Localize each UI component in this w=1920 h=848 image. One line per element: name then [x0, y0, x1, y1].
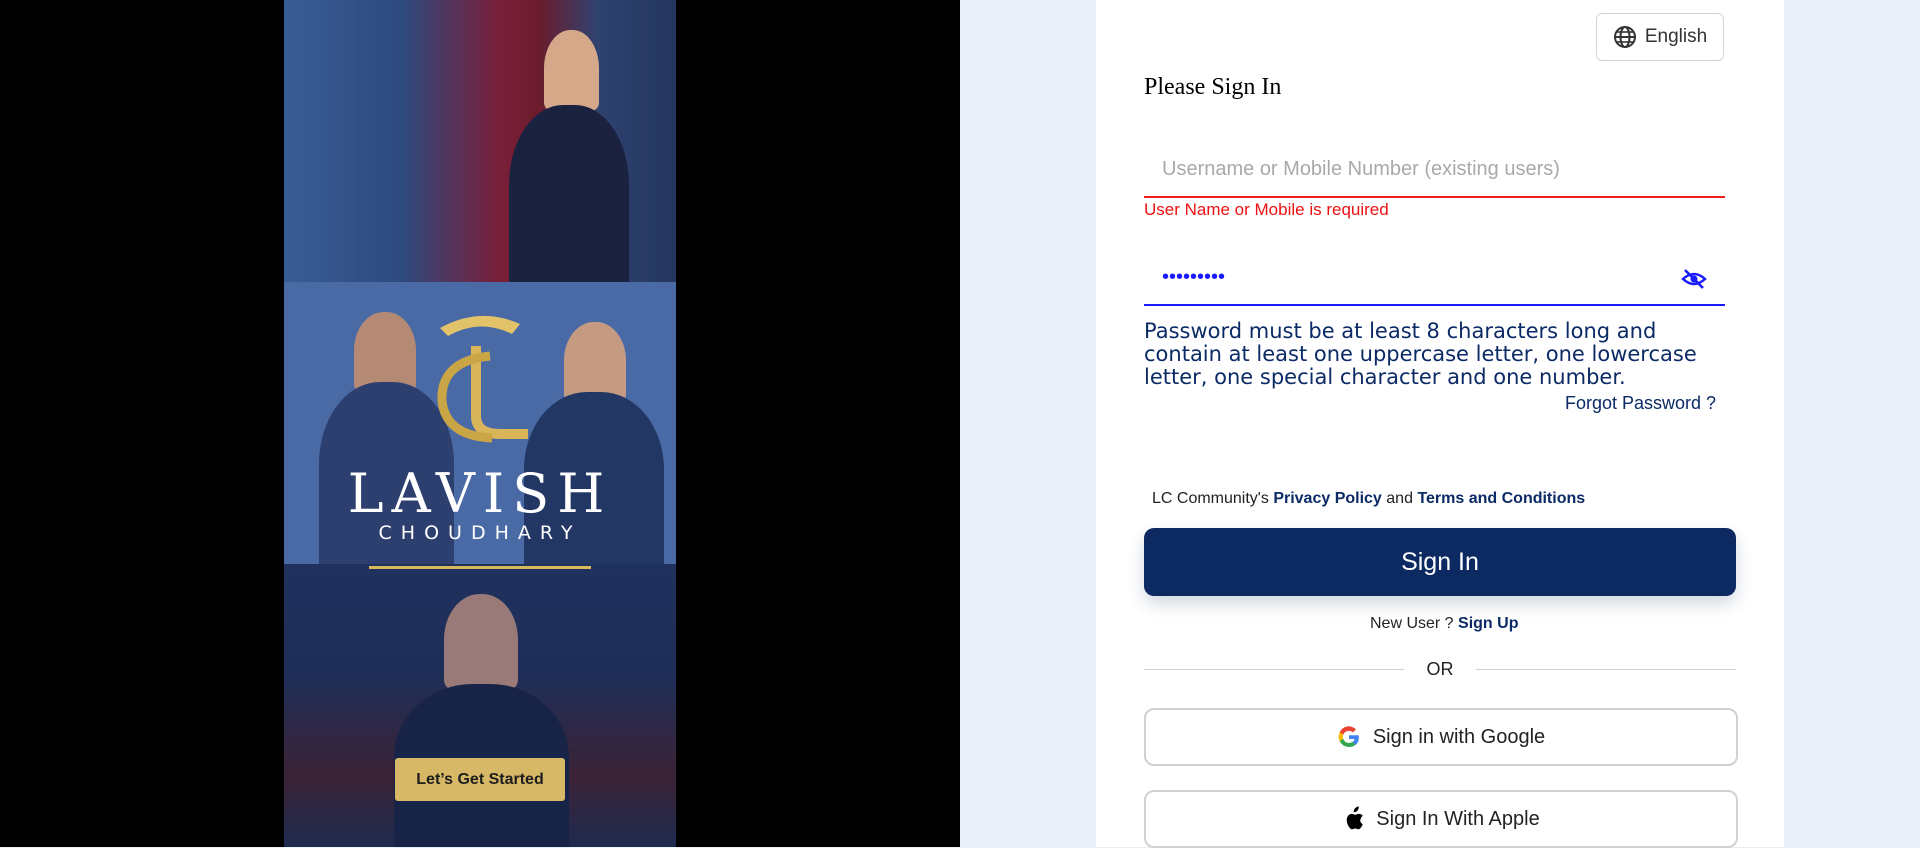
or-divider: OR	[1144, 658, 1736, 684]
new-user-text: New User ?	[1370, 615, 1454, 632]
person-silhouette	[354, 312, 416, 392]
brand-subtitle: CHOUDHARY	[378, 522, 582, 544]
privacy-policy-link[interactable]: Privacy Policy	[1273, 490, 1382, 507]
password-input[interactable]	[1144, 254, 1700, 300]
sign-up-link[interactable]: Sign Up	[1458, 615, 1518, 632]
policy-text: LC Community's Privacy Policy and Terms …	[1152, 490, 1585, 508]
poster-bottom-photo	[284, 564, 676, 847]
username-error: User Name or Mobile is required	[1144, 200, 1389, 219]
password-field-wrap	[1144, 254, 1725, 306]
lets-get-started-button[interactable]: Let’s Get Started	[395, 758, 565, 801]
google-signin-button[interactable]: Sign in with Google	[1144, 708, 1738, 766]
forgot-password-link[interactable]: Forgot Password ?	[1565, 393, 1716, 414]
policy-prefix: LC Community's	[1152, 490, 1269, 507]
google-signin-label: Sign in with Google	[1372, 725, 1546, 748]
brand-title: LAVISH	[347, 462, 613, 525]
person-silhouette	[444, 594, 518, 689]
policy-and: and	[1386, 490, 1413, 507]
language-selector[interactable]: English	[1596, 13, 1724, 61]
person-silhouette	[544, 30, 599, 110]
person-silhouette	[564, 322, 626, 402]
lion-crest-icon	[437, 315, 528, 443]
page-title: Please Sign In	[1144, 74, 1282, 100]
poster-top-photo	[284, 0, 676, 282]
terms-link[interactable]: Terms and Conditions	[1417, 490, 1585, 507]
username-input[interactable]	[1144, 146, 1700, 192]
apple-icon	[1347, 806, 1364, 830]
sign-in-button[interactable]: Sign In	[1144, 528, 1736, 596]
language-label: English	[1644, 26, 1708, 47]
password-hint: Password must be at least 8 characters l…	[1144, 319, 1697, 389]
eye-off-icon[interactable]	[1681, 268, 1707, 290]
new-user-group: New User ? Sign Up	[1370, 615, 1518, 633]
username-field-wrap	[1144, 146, 1725, 198]
globe-icon	[1613, 26, 1636, 48]
google-icon	[1338, 726, 1359, 748]
apple-signin-button[interactable]: Sign In With Apple	[1144, 790, 1738, 848]
promo-poster: LAVISH CHOUDHARY Let’s Get Started	[284, 0, 676, 847]
gold-divider	[369, 566, 591, 569]
person-silhouette	[509, 105, 629, 282]
or-line-right	[1476, 669, 1736, 670]
apple-signin-label: Sign In With Apple	[1376, 807, 1540, 830]
